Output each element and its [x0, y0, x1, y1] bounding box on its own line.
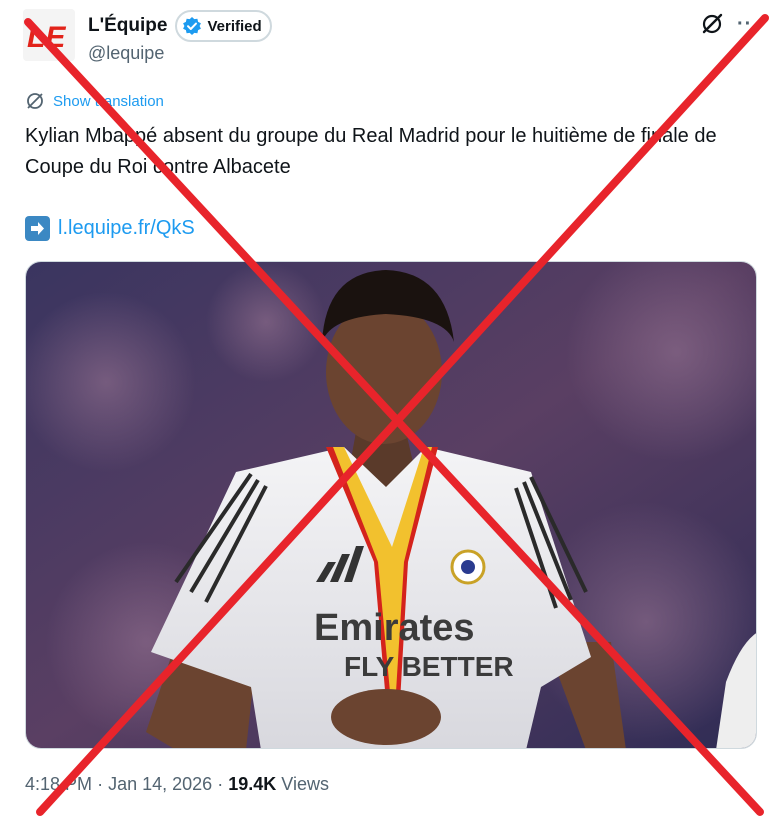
jersey-sponsor-line1: Emirates [314, 607, 475, 649]
views-label: Views [281, 774, 329, 794]
more-options-icon[interactable]: ·· [737, 13, 752, 36]
translate-icon [27, 93, 43, 109]
show-translation-label: Show translation [53, 92, 164, 110]
display-name[interactable]: L'Équipe [88, 15, 167, 37]
link-text: l.lequipe.fr/QkS [58, 217, 195, 239]
tweet-card: LE L'Équipe Verified @lequipe ·· Show tr… [0, 0, 778, 828]
player-photo: Emirates FLY BETTER [26, 262, 756, 748]
right-arrow-icon [25, 216, 50, 241]
handle[interactable]: @lequipe [88, 43, 164, 64]
grok-icon[interactable] [700, 12, 724, 36]
tweet-text: Kylian Mbappé absent du groupe du Real M… [25, 125, 717, 178]
lequipe-logo: LE [23, 9, 75, 61]
tweet-date[interactable]: Jan 14, 2026 [108, 774, 212, 794]
meta-separator: · [217, 774, 224, 794]
tweet-meta: 4:18 PM · Jan 14, 2026 · 19.4K Views [25, 774, 329, 795]
verified-check-icon [183, 17, 202, 35]
logo-text: LE [27, 21, 66, 54]
views-count: 19.4K [228, 774, 277, 794]
verified-label: Verified [207, 17, 262, 35]
tweet-media-photo[interactable]: Emirates FLY BETTER [25, 261, 757, 749]
avatar[interactable]: LE [23, 9, 75, 61]
tweet-time[interactable]: 4:18 PM [25, 774, 92, 794]
verified-badge[interactable]: Verified [175, 10, 272, 42]
show-translation-link[interactable]: Show translation [25, 91, 164, 111]
meta-separator: · [97, 774, 104, 794]
name-row: L'Équipe Verified [88, 10, 272, 42]
tweet-link[interactable]: l.lequipe.fr/QkS [25, 216, 195, 241]
jersey-sponsor-line2: FLY BETTER [344, 651, 514, 682]
